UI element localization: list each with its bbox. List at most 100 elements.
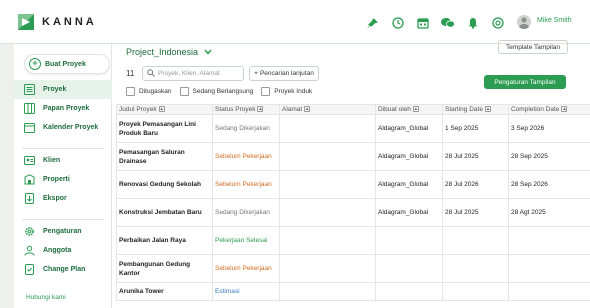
template-view-button[interactable]: Template Tampilan <box>498 40 568 54</box>
table-row[interactable]: Perbaikan Jalan Raya Pekerjaan Selesai <box>116 226 590 255</box>
row-created-by: Aldagram_Global <box>375 198 443 227</box>
filter-in-progress[interactable]: Sedang Berlangsung <box>179 87 253 96</box>
sidebar-item-proyek[interactable]: Proyek <box>14 80 112 99</box>
bell-icon[interactable] <box>460 14 485 32</box>
row-address <box>279 142 376 171</box>
advanced-search-button[interactable]: + Pencarian lanjutan <box>249 66 319 81</box>
nav-group-data: Klien Properti Ekspor <box>14 151 112 208</box>
project-name: Project_Indonesia <box>126 47 199 57</box>
table-row[interactable]: Pembangunan Gedung Kantor Sebelum Pekerja… <box>116 254 590 283</box>
row-created-by <box>375 282 443 301</box>
filter-parent-project[interactable]: Proyek Induk <box>261 87 312 96</box>
filter-assigned[interactable]: Ditugaskan <box>126 87 172 96</box>
row-completion-date: 3 Sep 2026 <box>508 114 590 143</box>
table-row[interactable]: Renovasi Gedung Sekolah Sebelum Pekerjaan… <box>116 170 590 199</box>
row-title[interactable]: Proyek Pemasangan Lini Produk Baru <box>116 114 213 143</box>
header-label: Starting Date <box>445 106 483 113</box>
checkbox[interactable] <box>179 87 189 96</box>
row-title[interactable]: Pemasangan Saluran Drainase <box>116 142 213 171</box>
sidebar-item-kalender-proyek[interactable]: Kalender Proyek <box>14 118 112 137</box>
sidebar-item-label: Kalender Proyek <box>43 124 99 131</box>
sort-icon[interactable]: ▲ <box>412 106 419 113</box>
row-status: Sedang Dikerjakan <box>212 198 280 227</box>
header-label: Status Proyek <box>215 106 256 113</box>
sidebar-item-label: Klien <box>43 157 61 164</box>
chat-icon[interactable] <box>435 14 460 32</box>
table-row[interactable]: Arunika Tower Estimasi <box>116 282 590 301</box>
row-start-date <box>442 226 509 255</box>
row-address <box>279 114 376 143</box>
sidebar-item-klien[interactable]: Klien <box>14 151 112 170</box>
sidebar-item-label: Anggota <box>43 247 72 254</box>
checkbox[interactable] <box>126 87 135 96</box>
sort-icon[interactable]: ▲ <box>257 106 264 113</box>
row-address <box>279 226 376 255</box>
avatar[interactable] <box>517 15 531 29</box>
column-header-created-by[interactable]: Dibuat oleh ▲ <box>375 104 443 115</box>
sort-icon[interactable]: ▲ <box>484 106 491 113</box>
calendar-icon[interactable] <box>410 14 435 32</box>
project-selector[interactable]: Project_Indonesia <box>126 44 212 60</box>
row-start-date: 28 Jul 2025 <box>442 142 509 171</box>
new-project-button[interactable]: + Buat Proyek <box>24 54 110 74</box>
calendar-icon <box>24 122 35 133</box>
board-icon <box>24 103 35 114</box>
row-address <box>279 254 376 283</box>
contact-us-link[interactable]: Hubungi kami <box>26 294 66 301</box>
row-completion-date <box>508 226 590 255</box>
row-start-date: 28 Jul 2025 <box>442 198 509 227</box>
column-header-status[interactable]: Status Proyek ▲ <box>212 104 280 115</box>
table-row[interactable]: Pemasangan Saluran Drainase Sebelum Peker… <box>116 142 590 171</box>
search-input[interactable]: Proyek, Klien, Alamat <box>142 66 244 81</box>
row-status: Pekerjaan Selesai <box>212 226 280 255</box>
member-icon <box>24 245 35 256</box>
row-status: Sebelum Pekerjaan <box>212 254 280 283</box>
pin-icon[interactable] <box>360 14 385 32</box>
sidebar-item-papan-proyek[interactable]: Papan Proyek <box>14 99 112 118</box>
row-title[interactable]: Renovasi Gedung Sekolah <box>116 170 213 199</box>
table-row[interactable]: Konstruksi Jembatan Baru Sedang Dikerjaka… <box>116 198 590 227</box>
sort-icon[interactable]: ▲ <box>304 106 311 113</box>
advanced-search-label: Pencarian lanjutan <box>259 70 314 77</box>
column-header-title[interactable]: Judul Proyek ▲ <box>116 104 213 115</box>
sidebar-item-ekspor[interactable]: Ekspor <box>14 189 112 208</box>
nav-group-settings: Pengaturan Anggota Change Plan <box>14 222 112 279</box>
logo[interactable]: KANNA <box>18 14 97 30</box>
table-header-row: Judul Proyek ▲ Status Proyek ▲ Alamat ▲ Dib… <box>116 104 590 115</box>
table-row[interactable]: Proyek Pemasangan Lini Produk Baru Sedang… <box>116 114 590 143</box>
row-completion-date <box>508 282 590 301</box>
row-title[interactable]: Pembangunan Gedung Kantor <box>116 254 213 283</box>
plan-icon <box>24 264 35 275</box>
row-title[interactable]: Perbaikan Jalan Raya <box>116 226 213 255</box>
row-title[interactable]: Arunika Tower <box>116 282 213 301</box>
row-title[interactable]: Konstruksi Jembatan Baru <box>116 198 213 227</box>
row-completion-date: 28 Agt 2025 <box>508 198 590 227</box>
export-icon <box>24 193 35 204</box>
sidebar-item-pengaturan[interactable]: Pengaturan <box>14 222 112 241</box>
new-project-label: Buat Proyek <box>45 60 86 68</box>
column-header-address[interactable]: Alamat ▲ <box>279 104 376 115</box>
view-settings-button[interactable]: Pengaturan Tampilan <box>484 75 566 89</box>
user-name[interactable]: Mike Smith <box>537 17 572 24</box>
row-start-date <box>442 282 509 301</box>
column-header-start-date[interactable]: Starting Date ▲ <box>442 104 509 115</box>
filter-bar: Ditugaskan Sedang Berlangsung Proyek Ind… <box>126 87 320 96</box>
projects-table: Judul Proyek ▲ Status Proyek ▲ Alamat ▲ Dib… <box>116 104 590 301</box>
row-created-by: Aldagram_Global <box>375 170 443 199</box>
sidebar-item-properti[interactable]: Properti <box>14 170 112 189</box>
client-icon <box>24 155 35 166</box>
sidebar-item-label: Properti <box>43 176 70 183</box>
clock-icon[interactable] <box>385 14 410 32</box>
help-icon[interactable] <box>485 14 510 32</box>
property-icon <box>24 174 35 185</box>
column-header-completion-date[interactable]: Completion Date ▲ <box>508 104 590 115</box>
checkbox[interactable] <box>261 87 271 96</box>
plus-icon: + <box>254 70 258 77</box>
search-icon <box>147 68 155 79</box>
nav-group-projects: Proyek Papan Proyek Kalender Proyek <box>14 80 112 137</box>
sidebar-item-anggota[interactable]: Anggota <box>14 241 112 260</box>
row-status: Sedang Dikerjakan <box>212 114 280 143</box>
sort-icon[interactable]: ▲ <box>158 106 165 113</box>
sidebar-item-change-plan[interactable]: Change Plan <box>14 260 112 279</box>
sort-icon[interactable]: ▲ <box>561 106 568 113</box>
